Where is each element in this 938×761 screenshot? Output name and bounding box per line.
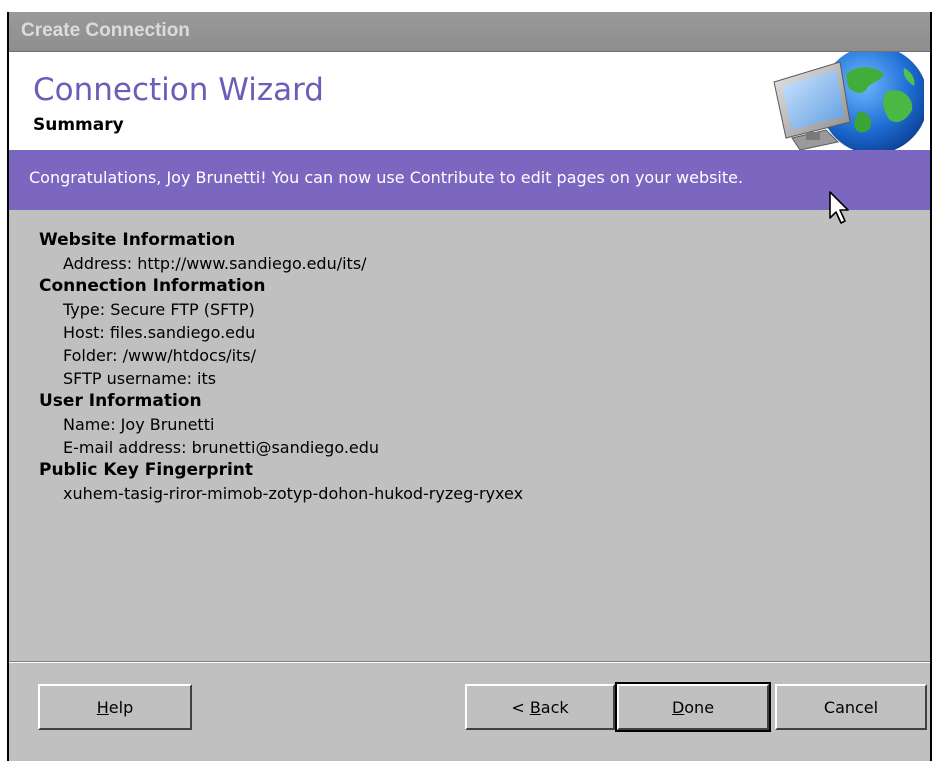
user-email: E-mail address: brunetti@sandiego.edu — [63, 438, 380, 457]
monitor-globe-icon — [773, 52, 924, 150]
done-mnemonic: D — [671, 697, 685, 717]
back-prefix: < — [511, 697, 530, 717]
connection-host: Host: files.sandiego.edu — [63, 323, 256, 342]
screen: Create Connection Connection Wizard Summ… — [0, 0, 938, 761]
website-address: Address: http://www.sandiego.edu/its/ — [63, 254, 367, 273]
help-label-rest: elp — [108, 697, 134, 717]
window-title: Create Connection — [21, 20, 190, 41]
sftp-username: SFTP username: its — [63, 369, 217, 388]
back-button[interactable]: < Back — [465, 684, 615, 730]
done-label-rest: one — [684, 697, 715, 717]
cancel-button[interactable]: Cancel — [775, 684, 927, 730]
back-label-rest: ack — [540, 697, 569, 717]
wizard-step-title: Summary — [33, 115, 124, 135]
wizard-title: Connection Wizard — [33, 72, 324, 108]
website-info-heading: Website Information — [39, 230, 236, 250]
connection-folder: Folder: /www/htdocs/its/ — [63, 346, 257, 365]
connection-info-heading: Connection Information — [39, 276, 266, 296]
mouse-pointer-icon — [829, 191, 849, 224]
banner-message: Congratulations, Joy Brunetti! You can n… — [29, 168, 744, 187]
create-connection-dialog: Create Connection Connection Wizard Summ… — [7, 12, 932, 761]
button-separator — [9, 661, 930, 663]
done-button[interactable]: Done — [615, 682, 771, 732]
title-bar[interactable]: Create Connection — [9, 12, 930, 52]
summary-panel: Website Information Address: http://www.… — [39, 229, 523, 505]
fingerprint-value: xuhem-tasig-riror-mimob-zotyp-dohon-huko… — [63, 484, 524, 503]
help-mnemonic: H — [96, 697, 109, 717]
fingerprint-heading: Public Key Fingerprint — [39, 460, 254, 480]
congratulations-banner: Congratulations, Joy Brunetti! You can n… — [9, 150, 930, 210]
help-button[interactable]: Help — [38, 684, 192, 730]
user-name: Name: Joy Brunetti — [63, 415, 215, 434]
cancel-label: Cancel — [823, 697, 879, 717]
user-info-heading: User Information — [39, 391, 202, 411]
back-mnemonic: B — [529, 697, 541, 717]
wizard-header: Connection Wizard Summary — [9, 52, 930, 150]
connection-type: Type: Secure FTP (SFTP) — [63, 300, 255, 319]
